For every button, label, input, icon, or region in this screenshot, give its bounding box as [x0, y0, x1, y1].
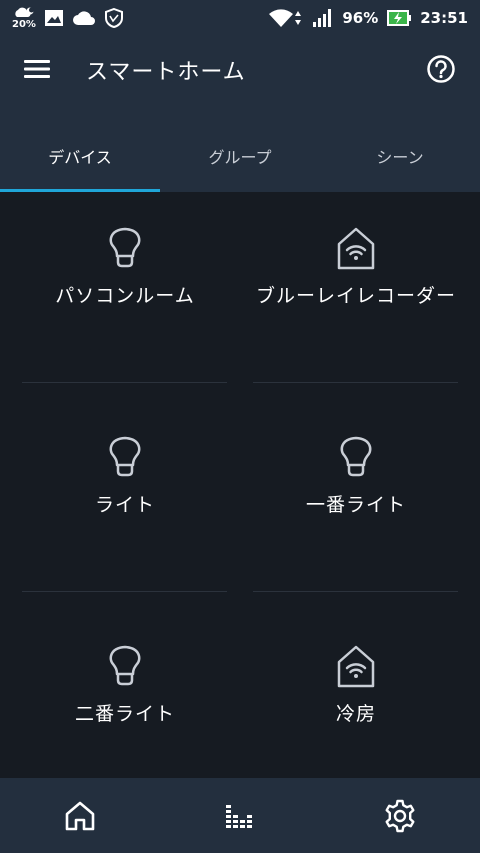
device-card[interactable]: 冷房 [253, 610, 459, 801]
device-card[interactable]: 一番ライト [253, 401, 459, 592]
nav-activity-button[interactable] [220, 796, 260, 836]
settings-icon [385, 799, 415, 832]
row-divider [22, 382, 227, 383]
battery-charging-icon [387, 10, 412, 26]
status-bar: 20% 96% 23:51 [0, 0, 480, 36]
bottom-nav [0, 778, 480, 853]
app-bar: スマートホーム [0, 36, 480, 120]
home-icon [65, 801, 95, 830]
tab-scenes[interactable]: シーン [320, 120, 480, 192]
weather-indicator: 20% [12, 7, 36, 30]
page-title: スマートホーム [86, 60, 246, 85]
help-button[interactable] [426, 54, 456, 84]
nav-home-button[interactable] [60, 796, 100, 836]
lightbulb-icon [340, 436, 372, 477]
battery-percent: 96% [342, 9, 379, 27]
hamburger-menu-icon [24, 60, 50, 78]
status-left: 20% [12, 7, 124, 30]
tab-devices[interactable]: デバイス [0, 120, 160, 192]
device-grid: パソコンルーム ブルーレイレコーダー ライト 一番ライト 二番ライト 冷房 [0, 192, 480, 778]
device-label: 冷房 [335, 703, 376, 725]
nav-settings-button[interactable] [380, 796, 420, 836]
row-divider [253, 591, 458, 592]
device-label: 一番ライト [305, 494, 406, 516]
device-label: ライト [94, 494, 155, 516]
signal-icon [313, 9, 332, 27]
lightbulb-icon [109, 436, 141, 477]
lightbulb-icon [109, 645, 141, 686]
row-divider [22, 591, 227, 592]
vpn-shield-icon [104, 8, 123, 28]
clock: 23:51 [420, 9, 468, 27]
smart-home-icon [337, 645, 375, 688]
image-icon [44, 10, 63, 26]
weather-icon [15, 7, 34, 17]
row-divider [253, 382, 458, 383]
device-label: ブルーレイレコーダー [255, 285, 456, 307]
equalizer-icon [226, 804, 252, 828]
wifi-icon [269, 9, 302, 27]
device-label: パソコンルーム [55, 285, 195, 307]
device-card[interactable]: パソコンルーム [22, 192, 228, 383]
lightbulb-icon [109, 227, 141, 268]
status-right: 96% 23:51 [268, 7, 468, 29]
device-label: 二番ライト [74, 703, 175, 725]
weather-percent: 20% [12, 18, 36, 30]
tab-bar: デバイス グループ シーン [0, 120, 480, 192]
help-icon [427, 55, 455, 83]
device-card[interactable]: ブルーレイレコーダー [253, 192, 459, 383]
cloud-icon [72, 11, 95, 25]
device-card[interactable]: ライト [22, 401, 228, 592]
tab-groups[interactable]: グループ [160, 120, 320, 192]
menu-button[interactable] [20, 52, 54, 86]
smart-home-icon [337, 227, 375, 270]
device-card[interactable]: 二番ライト [22, 610, 228, 801]
